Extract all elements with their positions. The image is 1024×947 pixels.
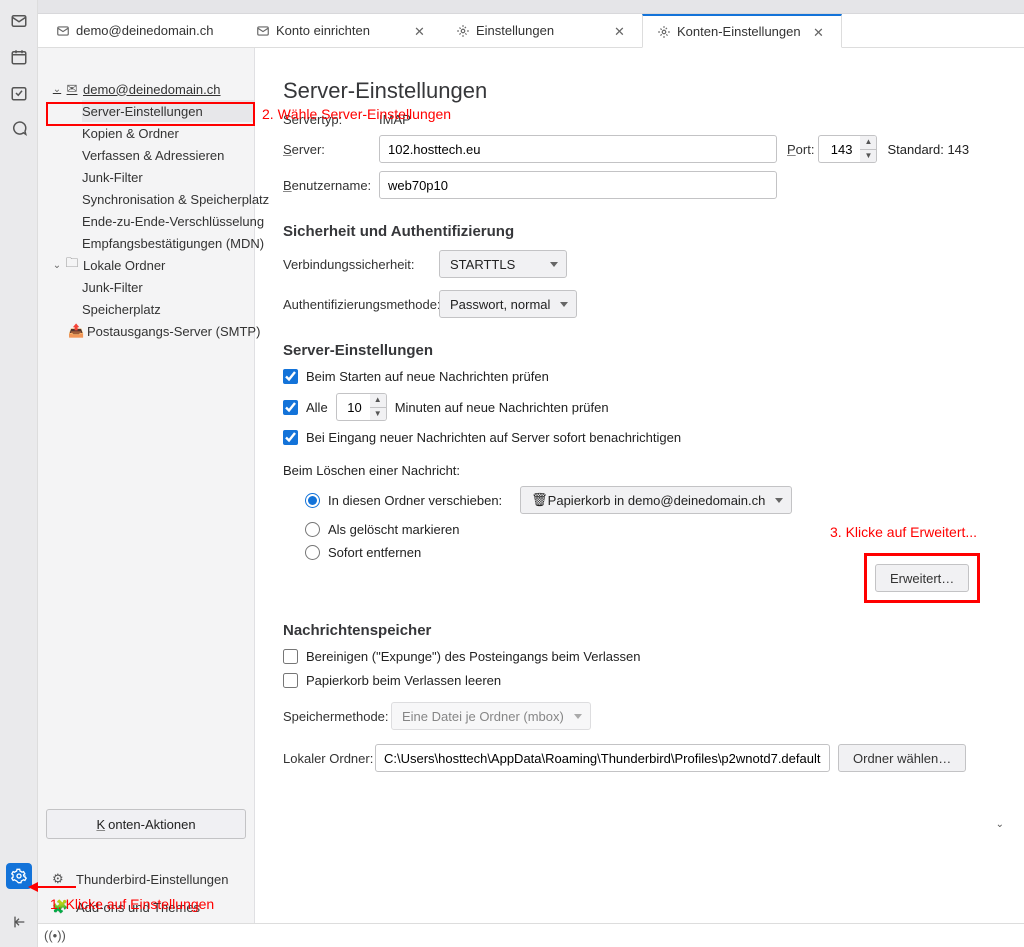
local-dir-input[interactable] <box>375 744 830 772</box>
radio-remove[interactable] <box>305 545 320 560</box>
sidebar: ⌄✉demo@deinedomain.ch Server-Einstellung… <box>38 48 255 923</box>
tasks-space-icon[interactable] <box>8 82 30 104</box>
tree-item-e2e[interactable]: Ende-zu-Ende-Verschlüsselung <box>82 210 254 232</box>
tab-label: demo@deinedomain.ch <box>76 23 228 38</box>
close-icon[interactable]: ✕ <box>614 24 628 38</box>
tree-item-mdn[interactable]: Empfangsbestätigungen (MDN) <box>82 232 254 254</box>
account-actions-button[interactable]: Konten-Aktionen⌄ <box>46 809 246 839</box>
interval-input[interactable] <box>336 393 370 421</box>
storage-select: Eine Datei je Ordner (mbox) <box>391 702 591 730</box>
label-auth: Authentifizierungsmethode: <box>283 297 439 312</box>
mail-space-icon[interactable] <box>8 10 30 32</box>
label-connsec: Verbindungssicherheit: <box>283 257 439 272</box>
statusbar: ((•)) <box>38 923 1024 947</box>
mail-icon <box>256 24 270 38</box>
gear-icon <box>456 24 470 38</box>
delete-label: Beim Löschen einer Nachricht: <box>283 463 986 478</box>
tree-item-local-junk[interactable]: Junk-Filter <box>82 276 254 298</box>
choose-folder-button[interactable]: Ordner wählen… <box>838 744 966 772</box>
annotation-arrow <box>28 879 76 895</box>
tab-account-settings[interactable]: Konten-Einstellungen ✕ <box>642 14 842 48</box>
check-interval[interactable] <box>283 400 298 415</box>
trash-folder-select[interactable]: 🗑 Papierkorb in demo@deinedomain.ch <box>520 486 792 514</box>
tab-label: Einstellungen <box>476 23 608 38</box>
close-icon[interactable]: ✕ <box>414 24 428 38</box>
tabstrip: demo@deinedomain.ch Konto einrichten ✕ E… <box>38 14 1024 48</box>
security-heading: Sicherheit und Authentifizierung <box>283 223 986 240</box>
close-icon[interactable]: ✕ <box>813 25 827 39</box>
tree-item-smtp[interactable]: 📤Postausgangs-Server (SMTP) <box>68 320 254 342</box>
tree-item-sync[interactable]: Synchronisation & Speicherplatz <box>82 188 254 210</box>
check-startup-label: Beim Starten auf neue Nachrichten prüfen <box>306 369 549 384</box>
mail-icon <box>56 24 70 38</box>
tab-settings[interactable]: Einstellungen ✕ <box>442 14 642 48</box>
online-icon[interactable]: ((•)) <box>44 928 66 943</box>
check-empty-trash[interactable] <box>283 673 298 688</box>
tree-item-junk[interactable]: Junk-Filter <box>82 166 254 188</box>
tab-mail-account[interactable]: demo@deinedomain.ch <box>42 14 242 48</box>
annotation-box-2 <box>46 102 255 126</box>
tree-item-compose[interactable]: Verfassen & Adressieren <box>82 144 254 166</box>
advanced-button[interactable]: Erweitert… <box>875 564 969 592</box>
collapse-icon[interactable] <box>8 911 30 933</box>
tab-setup[interactable]: Konto einrichten ✕ <box>242 14 442 48</box>
titlebar <box>38 0 1024 14</box>
label-username: Benutzername: <box>283 178 379 193</box>
gear-icon <box>657 25 671 39</box>
annotation-1: 1. Klicke auf Einstellungen <box>50 896 214 912</box>
chat-space-icon[interactable] <box>8 118 30 140</box>
server-input[interactable] <box>379 135 777 163</box>
server-settings-heading: Server-Einstellungen <box>283 342 986 359</box>
tree-account[interactable]: ⌄✉demo@deinedomain.ch <box>38 78 254 100</box>
annotation-2: 2. Wähle Server-Einstellungen <box>262 106 451 122</box>
tab-label: Konto einrichten <box>276 23 408 38</box>
mail-icon: ✉ <box>64 81 80 97</box>
radio-mark-deleted[interactable] <box>305 522 320 537</box>
connsec-select[interactable]: STARTTLS <box>439 250 567 278</box>
trash-icon: 🗑 <box>531 492 548 508</box>
label-localdir: Lokaler Ordner: <box>283 751 375 766</box>
send-icon: 📤 <box>68 323 84 339</box>
username-input[interactable] <box>379 171 777 199</box>
thunderbird-settings-link[interactable]: ⚙Thunderbird-Einstellungen <box>46 865 246 893</box>
standard-port-label: Standard: 143 <box>887 142 969 157</box>
check-notify[interactable] <box>283 430 298 445</box>
auth-select[interactable]: Passwort, normal <box>439 290 577 318</box>
label-storage: Speichermethode: <box>283 709 391 724</box>
port-input[interactable] <box>818 135 860 163</box>
label-port: Port: <box>787 142 814 157</box>
annotation-3: 3. Klicke auf Erweitert... <box>830 524 977 540</box>
interval-up[interactable]: ▲ <box>370 394 386 407</box>
label-server: Server: <box>283 142 379 157</box>
port-down[interactable]: ▼ <box>860 149 876 162</box>
radio-trash[interactable] <box>305 493 320 508</box>
tab-label: Konten-Einstellungen <box>677 24 807 39</box>
calendar-space-icon[interactable] <box>8 46 30 68</box>
check-startup[interactable] <box>283 369 298 384</box>
tree-local-folders[interactable]: ⌄🗀Lokale Ordner <box>38 254 254 276</box>
interval-down[interactable]: ▼ <box>370 407 386 420</box>
accounts-tree: ⌄✉demo@deinedomain.ch Server-Einstellung… <box>38 48 254 799</box>
main-panel: Server-Einstellungen Servertyp:IMAP Serv… <box>255 48 1024 923</box>
check-expunge[interactable] <box>283 649 298 664</box>
page-title: Server-Einstellungen <box>283 78 986 104</box>
folder-icon: 🗀 <box>64 254 80 276</box>
annotation-box-3: Erweitert… <box>864 553 980 603</box>
tree-item-local-disk[interactable]: Speicherplatz <box>82 298 254 320</box>
port-up[interactable]: ▲ <box>860 136 876 149</box>
storage-heading: Nachrichtenspeicher <box>283 622 986 639</box>
spaces-toolbar <box>0 0 38 947</box>
